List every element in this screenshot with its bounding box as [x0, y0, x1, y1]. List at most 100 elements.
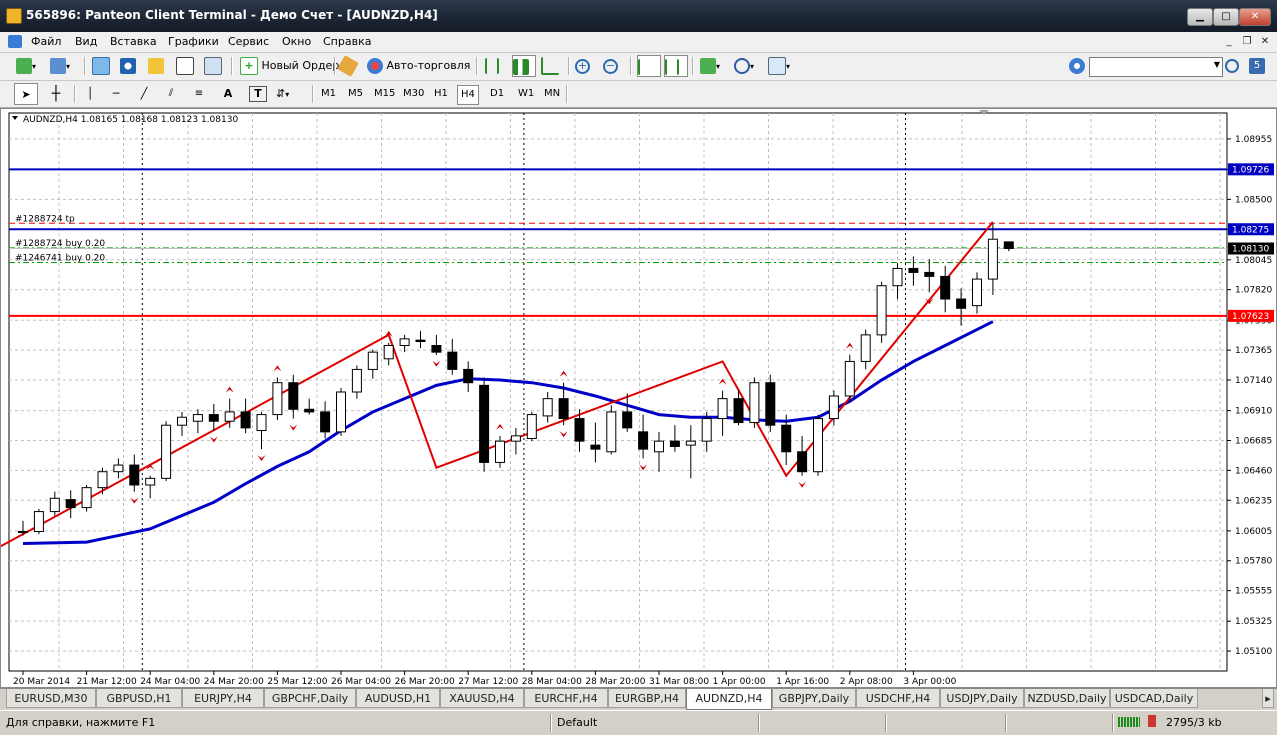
maximize-button[interactable]: □	[1213, 8, 1239, 26]
plus-icon: +	[240, 57, 258, 75]
magnifier-doc-icon	[204, 57, 222, 75]
tab-gbpjpy-daily[interactable]: GBPJPY,Daily	[772, 689, 856, 708]
candles-icon	[513, 59, 529, 75]
mdi-restore-icon[interactable]: ❐	[1240, 35, 1254, 48]
timeframe-h1[interactable]: H1	[431, 85, 451, 103]
text-button[interactable]: A	[221, 83, 235, 105]
templates-button[interactable]: ▾	[768, 55, 790, 77]
gear-icon	[1069, 58, 1085, 74]
notifications-button[interactable]: 5	[1249, 55, 1265, 77]
search-input[interactable]: ▼	[1089, 57, 1223, 77]
candle-body	[447, 351, 458, 370]
vertical-line-icon: │	[86, 87, 94, 100]
chart-window-icon[interactable]	[8, 35, 22, 48]
tab-eurusd-m30[interactable]: EURUSD,M30	[6, 689, 96, 708]
menu-charts[interactable]: Графики	[168, 35, 219, 48]
mdi-minimize-icon[interactable]: _	[1222, 35, 1236, 48]
timeframe-m5[interactable]: M5	[345, 85, 366, 103]
bar-chart-icon	[485, 58, 499, 74]
tab-usdchf-h4[interactable]: USDCHF,H4	[856, 689, 940, 708]
tab-gbpchf-daily[interactable]: GBPCHF,Daily	[264, 689, 356, 708]
arrows-button[interactable]: ⇵▾	[276, 83, 302, 105]
zoom-in-button[interactable]: +	[575, 55, 590, 77]
menu-help[interactable]: Справка	[323, 35, 371, 48]
crosshair-button[interactable]: ┼	[46, 83, 66, 105]
line-chart-button[interactable]	[541, 55, 559, 77]
bar-chart-button[interactable]	[485, 55, 499, 77]
date-label: 25 Mar 12:00	[267, 677, 327, 687]
level-price-label: 1.07623	[1232, 312, 1269, 322]
candle-body	[18, 531, 28, 533]
candle-body	[33, 511, 44, 533]
periods-button[interactable]: ▾	[734, 55, 754, 77]
tab-xauusd-h4[interactable]: XAUUSD,H4	[440, 689, 524, 708]
data-window-button[interactable]	[120, 55, 136, 77]
new-order-button[interactable]: + Новый Ордер	[240, 55, 339, 77]
profiles-button[interactable]: ▾	[50, 55, 70, 77]
tab-eurchf-h4[interactable]: EURCHF,H4	[524, 689, 608, 708]
price-tick-label: 1.06685	[1235, 436, 1272, 446]
candle-body	[367, 351, 378, 370]
tab-usdjpy-daily[interactable]: USDJPY,Daily	[940, 689, 1024, 708]
close-button[interactable]: ✕	[1239, 8, 1271, 26]
fibonacci-button[interactable]: ≡	[191, 83, 207, 105]
timeframe-m30[interactable]: M30	[400, 85, 427, 103]
horizontal-line-button[interactable]: ─	[108, 83, 124, 105]
chart-shift-button[interactable]	[664, 55, 688, 77]
autoscroll-button[interactable]	[637, 55, 661, 77]
settings-button[interactable]	[1069, 55, 1085, 77]
candle-body	[288, 382, 299, 410]
tab-usdcad-daily[interactable]: USDCAD,Daily	[1110, 689, 1198, 708]
trendline-button[interactable]: ╱	[136, 83, 152, 105]
timeframe-d1[interactable]: D1	[487, 85, 507, 103]
equidistant-channel-button[interactable]: ⫽	[163, 83, 179, 105]
menu-window[interactable]: Окно	[282, 35, 311, 48]
menu-tools[interactable]: Сервис	[228, 35, 269, 48]
tab-scroll-icon[interactable]: ▸	[1262, 689, 1274, 708]
mdi-close-icon[interactable]: ✕	[1258, 35, 1272, 48]
vertical-line-button[interactable]: │	[84, 83, 96, 105]
tab-eurjpy-h4[interactable]: EURJPY,H4	[182, 689, 264, 708]
status-help: Для справки, нажмите F1	[6, 716, 156, 729]
market-watch-button[interactable]	[92, 55, 110, 77]
price-chart[interactable]: 1.089551.087251.085001.082751.080451.078…	[1, 109, 1276, 687]
candle-body	[685, 440, 696, 446]
timeframe-w1[interactable]: W1	[515, 85, 537, 103]
zoom-out-button[interactable]: −	[603, 55, 618, 77]
date-label: 27 Mar 12:00	[458, 677, 518, 687]
menu-file[interactable]: Файл	[31, 35, 61, 48]
tab-audnzd-h4[interactable]: AUDNZD,H4	[686, 689, 772, 710]
indicators-button[interactable]: ▾	[700, 55, 720, 77]
timeframe-h4[interactable]: H4	[457, 85, 479, 105]
candles-button[interactable]	[512, 55, 536, 77]
candle-body	[351, 368, 362, 393]
metaeditor-button[interactable]	[337, 55, 359, 77]
strategy-tester-button[interactable]	[204, 55, 222, 77]
minimize-button[interactable]: ▁	[1187, 8, 1213, 26]
menu-insert[interactable]: Вставка	[110, 35, 157, 48]
timeframe-m15[interactable]: M15	[371, 85, 398, 103]
cursor-button[interactable]: ➤	[14, 83, 38, 105]
text-label-icon: T	[254, 87, 262, 100]
candle-body	[860, 334, 871, 362]
new-chart-button[interactable]: ▾	[16, 55, 36, 77]
terminal-button[interactable]	[176, 55, 194, 77]
search-button[interactable]	[1225, 55, 1239, 77]
navigator-button[interactable]	[148, 55, 164, 77]
text-label-button[interactable]: T	[249, 86, 267, 102]
candle-body	[479, 384, 490, 463]
menu-view[interactable]: Вид	[75, 35, 97, 48]
chart-window[interactable]: 1.089551.087251.085001.082751.080451.078…	[0, 108, 1277, 688]
zoom-in-icon: +	[575, 58, 590, 74]
tab-gbpusd-h1[interactable]: GBPUSD,H1	[96, 689, 182, 708]
tab-audusd-h1[interactable]: AUDUSD,H1	[356, 689, 440, 708]
price-tick-label: 1.07140	[1235, 376, 1272, 386]
chevron-down-icon[interactable]: ▼	[1214, 60, 1220, 69]
date-label: 20 Mar 2014	[13, 677, 70, 687]
autotrading-button[interactable]: Авто-торговля	[367, 55, 470, 77]
tab-nzdusd-daily[interactable]: NZDUSD,Daily	[1024, 689, 1110, 708]
timeframe-m1[interactable]: M1	[318, 85, 339, 103]
tab-eurgbp-h4[interactable]: EURGBP,H4	[608, 689, 686, 708]
candle-body	[669, 440, 680, 447]
timeframe-mn[interactable]: MN	[541, 85, 563, 103]
